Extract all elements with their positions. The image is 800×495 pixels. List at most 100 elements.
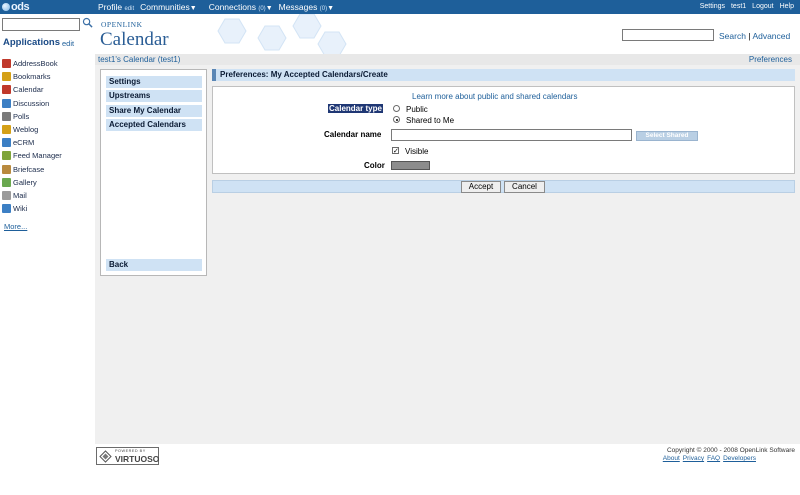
color-label: Color: [364, 161, 385, 170]
nav-messages[interactable]: Messages (0)▼: [279, 2, 334, 12]
sidebar-item-discussion[interactable]: Discussion: [2, 97, 62, 110]
more-link[interactable]: More...: [4, 222, 27, 231]
app-title: Calendar: [100, 29, 169, 50]
powered-by-text: POWERED BY: [115, 449, 146, 453]
color-swatch[interactable]: [391, 161, 430, 170]
settings-menu-item-upstreams[interactable]: Upstreams: [106, 90, 202, 102]
briefcase-icon: [2, 164, 11, 174]
top-nav: Profile edit Communities▼ Connections (0…: [98, 2, 334, 12]
connections-count: (0): [258, 6, 266, 12]
accept-button[interactable]: Accept: [461, 181, 501, 193]
sidebar-item-label[interactable]: Polls: [13, 112, 29, 121]
copyright-text: Copyright © 2000 - 2008 OpenLink Softwar…: [666, 447, 795, 454]
sidebar-search-input[interactable]: [2, 18, 80, 31]
sidebar-item-label[interactable]: Gallery: [13, 178, 37, 187]
header-hexagon-decoration: [217, 14, 347, 54]
sidebar-item-label[interactable]: Bookmarks: [13, 72, 51, 81]
preferences-link[interactable]: Preferences: [749, 55, 792, 64]
search-icon[interactable]: [82, 17, 93, 28]
calendar-name-label: Calendar name: [324, 130, 382, 139]
sidebar-item-bookmarks[interactable]: Bookmarks: [2, 70, 62, 83]
sidebar-item-label[interactable]: Weblog: [13, 125, 38, 134]
radio-shared-to-me[interactable]: [393, 116, 400, 123]
settings-menu-item-settings[interactable]: Settings: [106, 76, 202, 88]
nav-connections[interactable]: Connections (0)▼: [209, 2, 273, 12]
footer-link-about[interactable]: About: [663, 455, 680, 462]
chevron-down-icon[interactable]: ▼: [327, 5, 334, 12]
settings-menu-panel: Settings Upstreams Share My Calendar Acc…: [100, 69, 207, 276]
sidebar-item-wiki[interactable]: Wiki: [2, 202, 62, 215]
ods-logo-text: ods: [11, 1, 30, 13]
footer-link-privacy[interactable]: Privacy: [683, 455, 704, 462]
nav-profile-edit[interactable]: edit: [124, 6, 134, 12]
sidebar-item-label[interactable]: Mail: [13, 191, 27, 200]
sidebar-item-label[interactable]: Feed Manager: [13, 151, 62, 160]
footer-link-faq[interactable]: FAQ: [707, 455, 720, 462]
sidebar-item-label[interactable]: Briefcase: [13, 165, 44, 174]
bookmarks-icon: [2, 72, 11, 82]
sidebar-item-label[interactable]: Discussion: [13, 99, 49, 108]
calendar-type-label: Calendar type: [328, 104, 383, 113]
ods-logo-icon: [2, 3, 10, 11]
cancel-button[interactable]: Cancel: [504, 181, 545, 193]
chevron-down-icon[interactable]: ▼: [266, 5, 273, 12]
preferences-form: Learn more about public and shared calen…: [212, 86, 795, 174]
link-separator: |: [748, 31, 751, 41]
settings-menu-item-share[interactable]: Share My Calendar: [106, 105, 202, 117]
radio-public[interactable]: [393, 105, 400, 112]
advanced-search-link[interactable]: Advanced: [752, 31, 790, 41]
brand-openlink: OPENLINK: [101, 20, 143, 29]
user-link[interactable]: test1: [731, 3, 746, 10]
virtuoso-emblem-icon: [99, 450, 112, 463]
search-link[interactable]: Search: [719, 31, 746, 41]
visible-checkbox[interactable]: ✓: [392, 147, 399, 155]
applications-edit-link[interactable]: edit: [62, 39, 74, 48]
sidebar-item-gallery[interactable]: Gallery: [2, 176, 62, 189]
calendar-name-input[interactable]: [391, 129, 632, 141]
sidebar-item-polls[interactable]: Polls: [2, 110, 62, 123]
sidebar-item-addressbook[interactable]: AddressBook: [2, 57, 62, 70]
app-header: OPENLINK Calendar Search | Advanced: [95, 14, 800, 54]
sidebar-item-weblog[interactable]: Weblog: [2, 123, 62, 136]
virtuoso-text: VIRTUOSO: [115, 454, 160, 464]
sub-bar: test1's Calendar (test1) Preferences: [95, 54, 800, 65]
sidebar-item-label[interactable]: Wiki: [13, 204, 27, 213]
footer: POWERED BY VIRTUOSO Copyright © 2000 - 2…: [95, 444, 800, 468]
radio-shared-label[interactable]: Shared to Me: [406, 116, 454, 125]
ods-logo[interactable]: ods: [2, 1, 30, 13]
radio-public-label[interactable]: Public: [406, 105, 428, 114]
help-link[interactable]: Help: [780, 3, 794, 10]
breadcrumb[interactable]: test1's Calendar (test1): [98, 55, 180, 64]
footer-link-developers[interactable]: Developers: [723, 455, 756, 462]
nav-profile-label[interactable]: Profile: [98, 2, 122, 12]
header-search-input[interactable]: [622, 29, 714, 41]
footer-links: About Privacy FAQ Developers: [663, 455, 756, 462]
main-area: OPENLINK Calendar Search | Advanced test…: [95, 14, 800, 444]
top-right-links: Settings test1 Logout Help: [700, 3, 794, 10]
applications-title: Applications: [3, 37, 61, 48]
select-shared-button[interactable]: Select Shared: [636, 131, 698, 141]
nav-communities-label[interactable]: Communities: [140, 2, 190, 12]
powered-by-virtuoso-badge[interactable]: POWERED BY VIRTUOSO: [96, 447, 159, 465]
nav-communities[interactable]: Communities▼: [140, 2, 197, 12]
sidebar-item-label[interactable]: Calendar: [13, 85, 43, 94]
sidebar-item-mail[interactable]: Mail: [2, 189, 62, 202]
nav-connections-label[interactable]: Connections: [209, 2, 256, 12]
header-search-links: Search | Advanced: [719, 31, 790, 41]
sidebar-item-ecrm[interactable]: eCRM: [2, 136, 62, 149]
sidebar-item-label[interactable]: AddressBook: [13, 59, 58, 68]
back-button[interactable]: Back: [106, 259, 202, 271]
settings-link[interactable]: Settings: [700, 3, 725, 10]
sidebar-item-briefcase[interactable]: Briefcase: [2, 163, 62, 176]
sidebar-item-label[interactable]: eCRM: [13, 138, 34, 147]
settings-menu-item-accepted[interactable]: Accepted Calendars: [106, 119, 202, 131]
learn-more-link[interactable]: Learn more about public and shared calen…: [412, 92, 577, 101]
chevron-down-icon[interactable]: ▼: [190, 5, 197, 12]
sidebar-item-calendar[interactable]: Calendar: [2, 83, 62, 96]
nav-profile[interactable]: Profile edit: [98, 2, 134, 12]
visible-label[interactable]: Visible: [405, 147, 428, 156]
sidebar-item-feed-manager[interactable]: Feed Manager: [2, 149, 62, 162]
logout-link[interactable]: Logout: [752, 3, 773, 10]
addressbook-icon: [2, 59, 11, 69]
nav-messages-label[interactable]: Messages: [279, 2, 318, 12]
